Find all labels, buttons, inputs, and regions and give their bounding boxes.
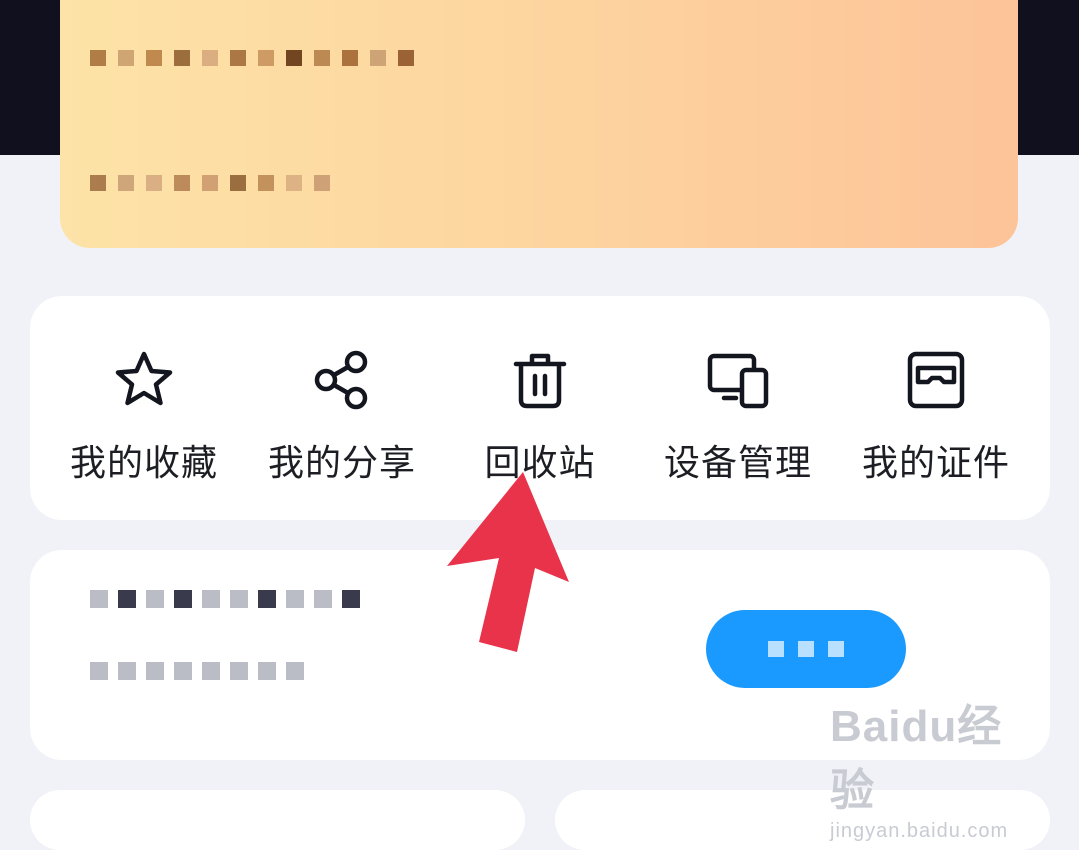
devices-icon [707,353,769,409]
tool-shares-label: 我的分享 [267,443,416,484]
tool-favorites[interactable]: 我的收藏 [44,348,244,488]
share-icon [314,350,368,410]
id-card-icon [907,351,965,409]
promo-redacted-text [90,590,360,734]
tool-my-documents[interactable]: 我的证件 [836,348,1036,488]
trash-icon [513,353,567,409]
baidu-jingyan-watermark: Baidu经验 jingyan.baidu.com [830,690,1030,843]
annotation-arrow [447,472,569,652]
bottom-card-left[interactable] [30,790,525,850]
vip-banner-card[interactable] [60,0,1018,248]
watermark-logo: Baidu经验 [830,702,1003,815]
tool-device-management[interactable]: 设备管理 [638,348,838,488]
vip-expiry-redacted-line [90,175,330,191]
tool-favorites-label: 我的收藏 [69,443,218,484]
tool-device-management-label: 设备管理 [663,443,812,484]
tool-recycle-bin[interactable]: 回收站 [440,348,640,488]
tool-my-documents-label: 我的证件 [861,443,1010,484]
star-icon [115,351,173,406]
promo-action-button[interactable] [706,610,906,688]
watermark-url: jingyan.baidu.com [830,820,1009,842]
tool-shares[interactable]: 我的分享 [242,348,442,488]
vip-info-redacted-line [90,50,414,66]
